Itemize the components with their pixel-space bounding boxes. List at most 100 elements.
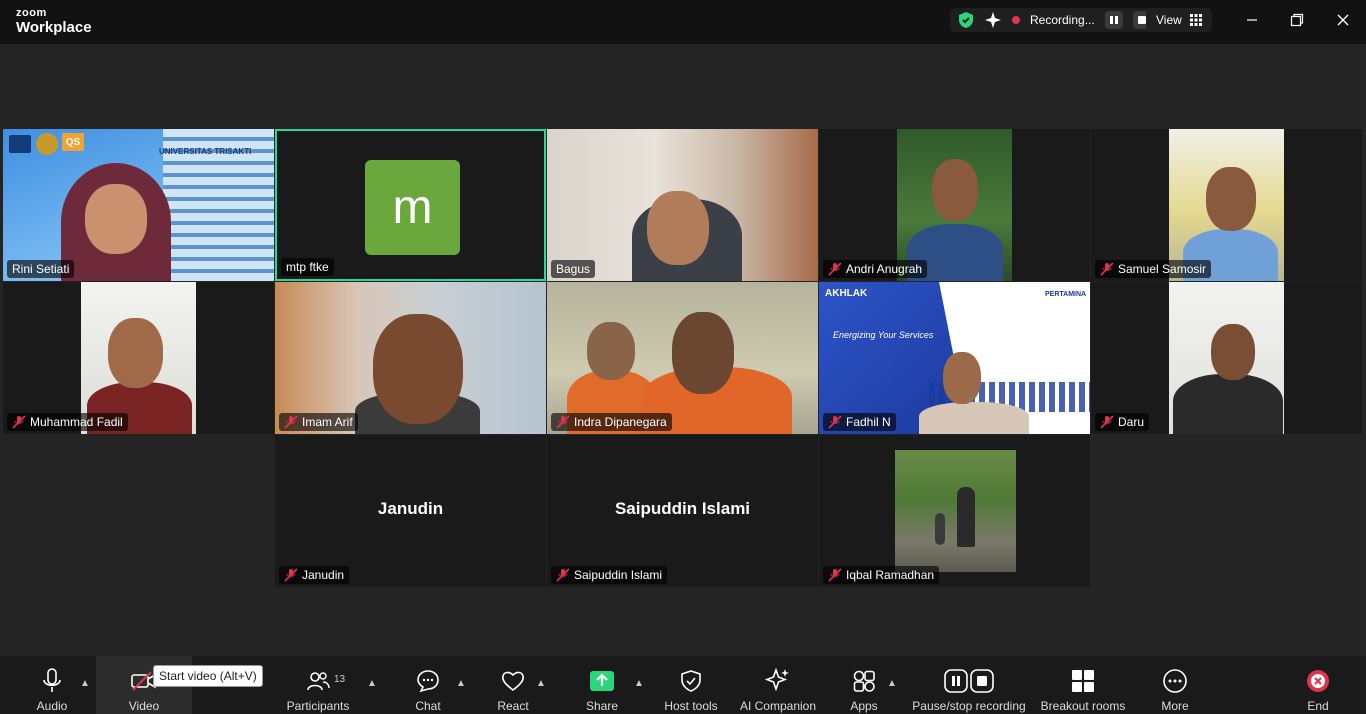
react-button[interactable]: React <box>492 656 534 714</box>
participant-tile-andri-anugrah[interactable]: Andri Anugrah <box>819 129 1090 281</box>
participant-name-label: Muhammad Fadil <box>7 413 128 431</box>
akhlak-logo: AKHLAK <box>825 288 868 299</box>
participant-name-label: Saipuddin Islami <box>551 566 668 584</box>
participant-name-label: Rini Setiati <box>7 260 75 278</box>
profile-photo <box>895 450 1016 572</box>
close-window-button[interactable] <box>1333 10 1353 30</box>
participants-button[interactable]: Participants <box>284 656 352 714</box>
react-options-caret-icon[interactable]: ▲ <box>536 678 546 689</box>
heart-icon <box>502 671 524 692</box>
ai-companion-button[interactable]: AI Companion <box>736 656 820 714</box>
end-label: End <box>1307 699 1329 713</box>
chat-icon <box>417 670 439 693</box>
person-silhouette <box>1173 374 1283 434</box>
participant-tile-mtp-ftke[interactable]: m mtp ftke <box>275 129 546 281</box>
participant-tile-samuel-samosir[interactable]: Samuel Samosir <box>1091 129 1362 281</box>
participant-display-name: Saipuddin Islami <box>614 499 751 518</box>
recording-dot-icon <box>1012 16 1020 24</box>
chat-options-caret-icon[interactable]: ▲ <box>456 678 466 689</box>
participants-label: Participants <box>286 699 350 713</box>
zoom-logo: zoom Workplace <box>16 8 92 36</box>
person-face <box>85 184 147 254</box>
host-tools-label: Host tools <box>664 699 718 713</box>
end-meeting-icon <box>1307 670 1329 692</box>
minimize-button[interactable] <box>1242 10 1262 30</box>
more-options-icon <box>1163 669 1187 693</box>
participant-tile-daru[interactable]: Daru <box>1091 282 1362 434</box>
microphone-icon <box>43 668 61 692</box>
participant-name-label: Imam Arif <box>279 413 358 431</box>
participant-tile-janudin[interactable]: Janudin Janudin <box>275 435 546 587</box>
muted-mic-icon <box>12 415 26 429</box>
audio-options-caret-icon[interactable]: ▲ <box>80 678 90 689</box>
participant-name-label: Iqbal Ramadhan <box>823 566 940 584</box>
ai-sparkle-icon[interactable] <box>984 11 1002 29</box>
share-options-caret-icon[interactable]: ▲ <box>634 678 644 689</box>
minimize-icon <box>1247 19 1257 21</box>
muted-mic-icon <box>284 568 298 582</box>
share-button[interactable]: Share <box>582 656 622 714</box>
person-face-left <box>587 322 635 380</box>
pause-stop-recording-icon <box>944 669 994 693</box>
participant-tile-muhammad-fadil[interactable]: Muhammad Fadil <box>3 282 274 434</box>
encryption-shield-icon[interactable] <box>958 11 974 29</box>
pause-recording-label: Pause/stop recording <box>912 699 1026 713</box>
recording-label: Recording... <box>1030 13 1095 27</box>
participant-tile-saipuddin-islami[interactable]: Saipuddin Islami Saipuddin Islami <box>547 435 818 587</box>
participant-tile-rini-setiati[interactable]: UNIVERSITAS TRISAKTI QS Rini Setiati <box>3 129 274 281</box>
muted-mic-icon <box>1100 262 1114 276</box>
audio-label: Audio <box>36 699 68 713</box>
person-face <box>647 191 709 265</box>
start-video-tooltip: Start video (Alt+V) <box>153 665 263 687</box>
host-shield-icon <box>681 670 701 692</box>
participant-tile-indra-dipanegara[interactable]: Indra Dipanegara <box>547 282 818 434</box>
photo-child <box>935 513 945 545</box>
participant-tile-iqbal-ramadhan[interactable]: Iqbal Ramadhan <box>819 435 1090 587</box>
participant-tile-imam-arif[interactable]: Imam Arif <box>275 282 546 434</box>
more-label: More <box>1161 699 1189 713</box>
participant-tile-fadhil-n[interactable]: AKHLAK PERTAMINA Energizing Your Service… <box>819 282 1090 434</box>
university-banner: UNIVERSITAS TRISAKTI <box>159 147 252 156</box>
person-face <box>373 314 463 424</box>
muted-mic-icon <box>284 415 298 429</box>
participant-name-label: Bagus <box>551 260 596 278</box>
audio-button[interactable]: Audio <box>30 656 74 714</box>
participant-display-name: Janudin <box>377 499 444 518</box>
participant-tile-bagus[interactable]: Bagus <box>547 129 818 281</box>
person-face-right <box>672 312 734 394</box>
pause-stop-recording-button[interactable]: Pause/stop recording <box>910 656 1028 714</box>
muted-mic-icon <box>828 415 842 429</box>
participant-name-label: Indra Dipanegara <box>551 413 672 431</box>
avatar: m <box>365 160 460 255</box>
qs-logo: QS <box>62 133 84 151</box>
participant-name-label: Fadhil N <box>823 413 896 431</box>
chat-button[interactable]: Chat <box>408 656 448 714</box>
apps-options-caret-icon[interactable]: ▲ <box>887 678 897 689</box>
participants-options-caret-icon[interactable]: ▲ <box>367 678 377 689</box>
person-face <box>943 352 981 404</box>
slogan-text: Energizing Your Services <box>833 330 934 340</box>
seal-logo-icon <box>36 133 58 155</box>
close-icon <box>1337 14 1349 26</box>
participant-name-label: Samuel Samosir <box>1095 260 1212 278</box>
pertamina-logo: PERTAMINA <box>1045 291 1087 298</box>
pause-recording-button[interactable] <box>1104 11 1123 29</box>
react-label: React <box>497 699 529 713</box>
share-label: Share <box>585 699 619 713</box>
ai-companion-icon <box>765 668 789 692</box>
chat-label: Chat <box>415 699 441 713</box>
institution-logo-icon <box>9 135 31 153</box>
host-tools-button[interactable]: Host tools <box>660 656 722 714</box>
person-face <box>1206 167 1256 231</box>
end-meeting-button[interactable]: End <box>1300 656 1336 714</box>
view-button[interactable]: View <box>1146 8 1212 32</box>
apps-button[interactable]: Apps <box>844 656 884 714</box>
person-silhouette <box>919 402 1029 434</box>
more-button[interactable]: More <box>1155 656 1195 714</box>
person-face <box>1211 324 1255 380</box>
participant-name-label: Daru <box>1095 413 1150 431</box>
video-label: Video <box>128 699 160 713</box>
breakout-rooms-button[interactable]: Breakout rooms <box>1040 656 1126 714</box>
muted-mic-icon <box>556 415 570 429</box>
restore-button[interactable] <box>1287 10 1307 30</box>
